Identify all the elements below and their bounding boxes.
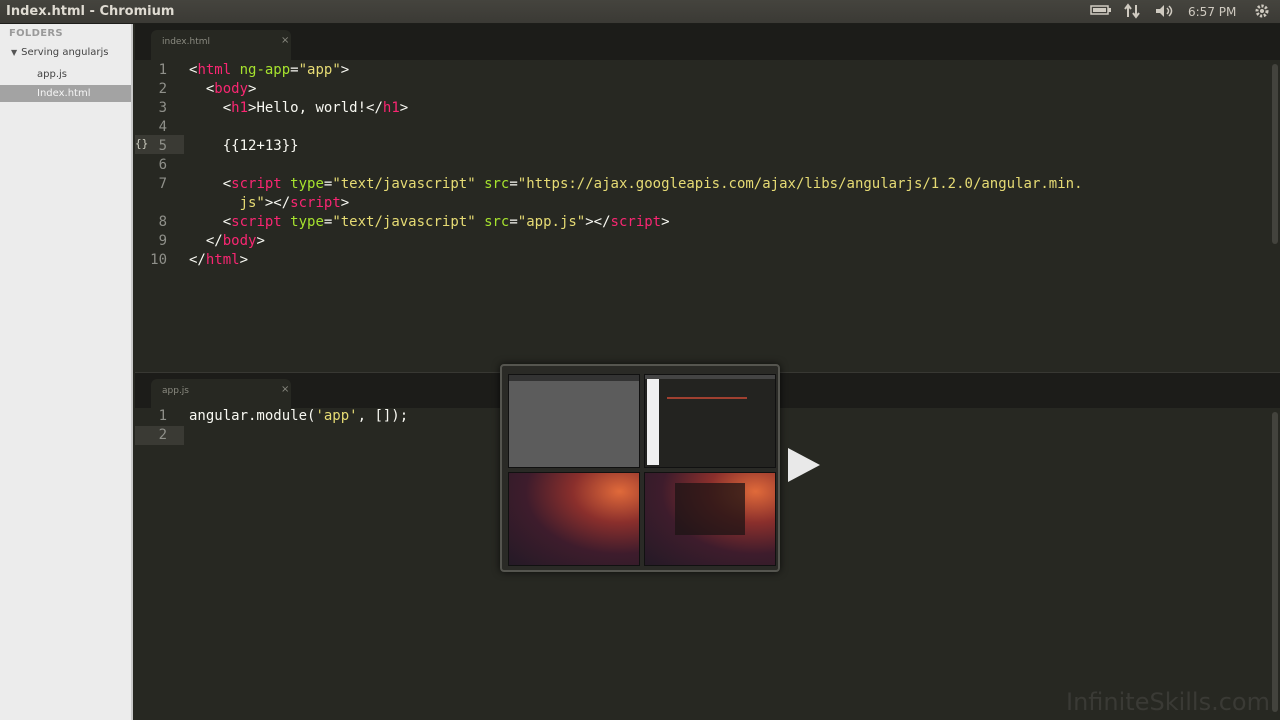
workspace-4[interactable] bbox=[644, 472, 776, 566]
code-line-7: <script type="text/javascript" src="http… bbox=[222, 176, 1083, 192]
tag-body: body bbox=[214, 81, 249, 97]
line-number: 4 bbox=[158, 119, 167, 135]
workspace-1[interactable] bbox=[508, 374, 640, 468]
close-icon[interactable]: × bbox=[281, 35, 289, 46]
expression: {{12+13}} bbox=[222, 138, 299, 154]
triangle-down-icon[interactable]: ▼ bbox=[11, 48, 17, 57]
gear-icon[interactable] bbox=[1254, 3, 1270, 23]
code-line-5: {{12+13}} bbox=[189, 138, 299, 154]
sidebar-file-appjs[interactable]: app.js bbox=[0, 66, 131, 83]
battery-icon[interactable] bbox=[1090, 3, 1112, 21]
volume-icon[interactable] bbox=[1154, 3, 1176, 23]
clock[interactable]: 6:57 PM bbox=[1188, 5, 1236, 19]
tab-index-html[interactable]: index.html × bbox=[151, 30, 291, 60]
tab-app-js[interactable]: app.js × bbox=[151, 379, 291, 409]
code-line-3: <h1>Hello, world!</h1> bbox=[222, 100, 409, 116]
line-number: 3 bbox=[158, 100, 167, 116]
line-number: 1 bbox=[158, 62, 167, 78]
punct: > bbox=[340, 62, 350, 78]
line-number: 8 bbox=[158, 214, 167, 230]
tag-html: html bbox=[197, 62, 232, 78]
code-line-1: <html ng-app="app"> bbox=[189, 62, 349, 78]
sidebar-folder[interactable]: ▼ Serving angularjs bbox=[11, 47, 109, 58]
code-line-1: angular.module('app', []); bbox=[189, 408, 409, 424]
code-line-7-wrap: js"></script> bbox=[239, 195, 350, 211]
tag-h1: h1 bbox=[231, 100, 249, 116]
top-panel: Index.html - Chromium 6:57 PM bbox=[0, 0, 1280, 24]
tag-h1-close: h1 bbox=[382, 100, 400, 116]
tag-script: script bbox=[231, 176, 282, 192]
line-number: 2 bbox=[158, 427, 167, 443]
watermark: InfiniteSkills.com bbox=[1066, 688, 1270, 716]
code-line-9: </body> bbox=[205, 233, 265, 249]
tab-label: index.html bbox=[162, 37, 210, 47]
sidebar-file-index[interactable]: Index.html bbox=[0, 85, 131, 102]
string: "app" bbox=[298, 62, 341, 78]
line-number: 10 bbox=[150, 252, 167, 268]
heading-text: Hello, world! bbox=[256, 100, 367, 116]
line-number: 9 bbox=[158, 233, 167, 249]
workspace-switcher bbox=[500, 364, 780, 572]
line-number: 5 bbox=[158, 138, 167, 154]
attr-ng-app: ng-app bbox=[239, 62, 291, 78]
sidebar: FOLDERS ▼ Serving angularjs app.js Index.… bbox=[0, 24, 133, 720]
line-number: 2 bbox=[158, 81, 167, 97]
scrollbar-bottom[interactable] bbox=[1272, 412, 1278, 712]
code-line-10: </html> bbox=[189, 252, 249, 268]
code-line-2: <body> bbox=[205, 81, 257, 97]
network-updown-icon[interactable] bbox=[1124, 3, 1142, 23]
folders-header: FOLDERS bbox=[9, 28, 63, 39]
line-number: 6 bbox=[158, 157, 167, 173]
line-number: 7 bbox=[158, 176, 167, 192]
scrollbar-top[interactable] bbox=[1272, 64, 1278, 244]
close-icon[interactable]: × bbox=[281, 384, 289, 395]
tab-label: app.js bbox=[162, 386, 189, 396]
code-line-8: <script type="text/javascript" src="app.… bbox=[222, 214, 670, 230]
workspace-3[interactable] bbox=[508, 472, 640, 566]
workspace-2[interactable] bbox=[644, 374, 776, 468]
folder-label: Serving angularjs bbox=[21, 47, 109, 58]
punct: = bbox=[290, 62, 299, 78]
arrow-right-icon bbox=[788, 448, 820, 482]
window-title: Index.html - Chromium bbox=[6, 4, 175, 19]
tab-strip-top: index.html × bbox=[135, 24, 1280, 60]
line-number: 1 bbox=[158, 408, 167, 424]
editor-top[interactable]: {} 1 2 3 4 5 6 7 8 9 10 <html ng-app="ap… bbox=[135, 60, 1280, 372]
